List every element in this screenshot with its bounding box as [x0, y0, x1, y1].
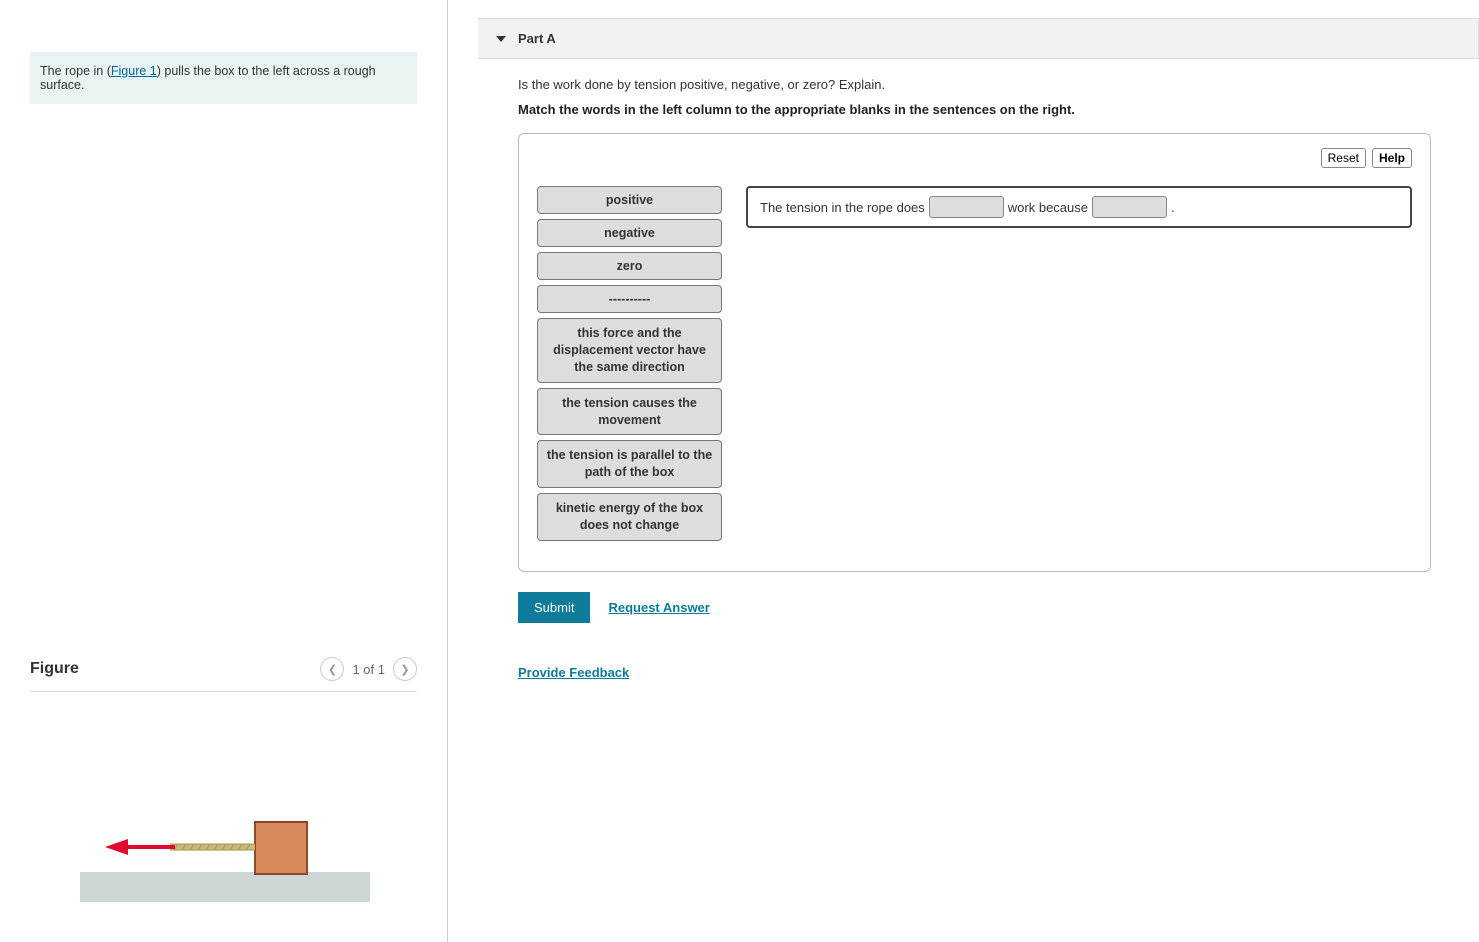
force-arrow [105, 839, 175, 855]
figure-link[interactable]: Figure 1 [111, 64, 157, 78]
help-button[interactable]: Help [1372, 148, 1412, 168]
instruction-text: Match the words in the left column to th… [518, 102, 1431, 117]
problem-prefix: The rope in ( [40, 64, 111, 78]
figure-header: Figure ❮ 1 of 1 ❯ [30, 657, 417, 692]
drag-item-separator[interactable]: ---------- [537, 285, 722, 313]
box-shape [255, 822, 307, 874]
drag-item-same-direction[interactable]: this force and the displacement vector h… [537, 318, 722, 383]
chevron-left-icon: ❮ [328, 663, 337, 676]
drag-drop-panel: Reset Help positive negative zero ------… [518, 133, 1431, 572]
request-answer-link[interactable]: Request Answer [608, 600, 709, 615]
drop-sentence: The tension in the rope does work becaus… [746, 186, 1412, 228]
ground-shape [80, 872, 370, 902]
drag-item-positive[interactable]: positive [537, 186, 722, 214]
figure-section: Figure ❮ 1 of 1 ❯ [30, 657, 417, 942]
drop-slot-2[interactable] [1092, 196, 1167, 218]
left-panel: The rope in (Figure 1) pulls the box to … [0, 0, 448, 942]
actions-row: Submit Request Answer [518, 592, 1431, 623]
provide-feedback-link[interactable]: Provide Feedback [518, 665, 629, 680]
question-text: Is the work done by tension positive, ne… [518, 77, 1431, 92]
problem-statement: The rope in (Figure 1) pulls the box to … [30, 52, 417, 104]
chevron-right-icon: ❯ [400, 663, 409, 676]
right-panel: Part A Is the work done by tension posit… [448, 0, 1479, 942]
figure-next-button[interactable]: ❯ [393, 657, 417, 681]
drop-slot-1[interactable] [929, 196, 1004, 218]
reset-button[interactable]: Reset [1321, 148, 1366, 168]
sentence-seg3: . [1171, 200, 1175, 215]
drag-toolbar: Reset Help [537, 148, 1412, 168]
drag-item-parallel-path[interactable]: the tension is parallel to the path of t… [537, 440, 722, 488]
question-area: Is the work done by tension positive, ne… [478, 59, 1479, 680]
figure-diagram [30, 792, 390, 912]
drag-items-column: positive negative zero ---------- this f… [537, 186, 722, 541]
part-label: Part A [518, 31, 556, 46]
figure-nav: ❮ 1 of 1 ❯ [320, 657, 417, 681]
collapse-triangle-icon [496, 36, 506, 42]
drag-content: positive negative zero ---------- this f… [537, 186, 1412, 541]
submit-button[interactable]: Submit [518, 592, 590, 623]
drag-item-negative[interactable]: negative [537, 219, 722, 247]
drag-item-kinetic-energy[interactable]: kinetic energy of the box does not chang… [537, 493, 722, 541]
drag-item-causes-movement[interactable]: the tension causes the movement [537, 388, 722, 436]
figure-pager: 1 of 1 [352, 662, 385, 677]
figure-viewport[interactable] [30, 712, 417, 942]
sentence-seg1: The tension in the rope does [760, 200, 925, 215]
figure-prev-button[interactable]: ❮ [320, 657, 344, 681]
drag-item-zero[interactable]: zero [537, 252, 722, 280]
rope-shape [170, 844, 255, 850]
sentence-seg2: work because [1008, 200, 1088, 215]
part-header[interactable]: Part A [478, 18, 1479, 59]
figure-title: Figure [30, 660, 79, 678]
